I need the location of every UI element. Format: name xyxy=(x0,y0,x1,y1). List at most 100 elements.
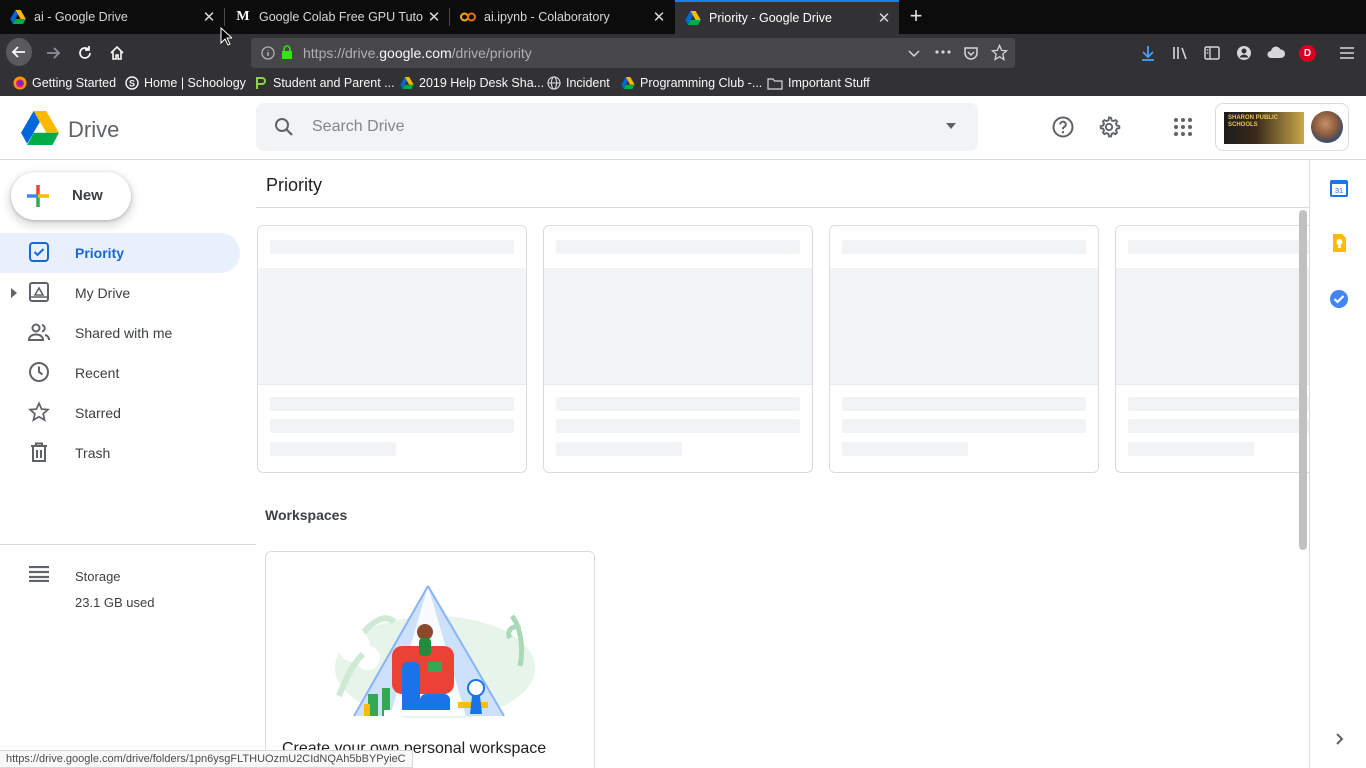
extension-cloud-icon[interactable] xyxy=(1267,45,1285,61)
url-bar[interactable]: https://drive.google.com/drive/priority xyxy=(251,38,1015,68)
link-status-bar: https://drive.google.com/drive/folders/1… xyxy=(0,750,413,768)
skeleton-bar xyxy=(842,397,1086,411)
new-button[interactable]: New xyxy=(11,172,131,220)
forward-arrow-icon xyxy=(47,47,61,59)
bookmark-schoology[interactable]: S Home | Schoology xyxy=(125,76,246,90)
bookmark-getting-started[interactable]: Getting Started xyxy=(13,76,116,90)
close-tab-icon[interactable]: ✕ xyxy=(423,8,445,26)
browser-toolbar: https://drive.google.com/drive/priority … xyxy=(0,34,1366,72)
settings-gear-icon[interactable] xyxy=(1097,115,1121,139)
reload-button[interactable] xyxy=(72,40,98,66)
skeleton-thumbnail xyxy=(830,268,1098,385)
tasks-icon[interactable] xyxy=(1329,289,1349,309)
skeleton-bar xyxy=(1128,240,1310,254)
skeleton-bar xyxy=(556,442,682,456)
priority-card-placeholder[interactable] xyxy=(829,225,1099,473)
hamburger-menu-icon[interactable] xyxy=(1339,46,1355,60)
home-button[interactable] xyxy=(104,40,130,66)
bookmark-incident[interactable]: Incident xyxy=(547,76,610,90)
keep-icon[interactable] xyxy=(1329,233,1349,253)
sidebar-item-starred[interactable]: Starred xyxy=(0,393,240,433)
clock-icon xyxy=(29,362,49,382)
priority-card-placeholder[interactable] xyxy=(257,225,527,473)
colab-icon xyxy=(460,9,476,25)
svg-text:S: S xyxy=(129,79,135,89)
skeleton-bar xyxy=(842,442,968,456)
secure-lock-icon[interactable] xyxy=(281,45,293,60)
expand-caret-icon[interactable] xyxy=(11,288,17,298)
bookmark-label: Home | Schoology xyxy=(144,76,246,90)
close-tab-icon[interactable]: ✕ xyxy=(198,8,220,26)
profile-badge[interactable]: D xyxy=(1299,45,1316,62)
browser-tab[interactable]: ai.ipynb - Colaboratory ✕ xyxy=(450,0,674,34)
close-tab-icon[interactable]: ✕ xyxy=(873,9,895,27)
sidebar-item-recent[interactable]: Recent xyxy=(0,353,240,393)
skeleton-bar xyxy=(556,240,800,254)
skeleton-thumbnail xyxy=(544,268,812,385)
sidebar-item-label: My Drive xyxy=(75,285,131,301)
search-bar[interactable] xyxy=(256,103,978,151)
priority-check-icon xyxy=(29,242,49,262)
sidebar-item-my-drive[interactable]: My Drive xyxy=(0,273,240,313)
main-scrollbar[interactable] xyxy=(1299,210,1307,550)
search-icon[interactable] xyxy=(272,115,296,139)
search-options-dropdown-icon[interactable] xyxy=(946,123,956,129)
workspaces-heading: Workspaces xyxy=(265,507,348,523)
bookmark-label: Getting Started xyxy=(32,76,117,90)
priority-card-placeholder[interactable] xyxy=(1115,225,1310,473)
schoology-icon: S xyxy=(125,76,139,90)
new-tab-button[interactable]: + xyxy=(904,5,928,29)
account-switcher[interactable]: SHARON PUBLIC SCHOOLS xyxy=(1215,103,1349,151)
bookmark-programming-club[interactable]: Programming Club -... xyxy=(621,76,762,90)
home-icon xyxy=(110,45,124,60)
forward-button[interactable] xyxy=(40,40,66,66)
downloads-icon[interactable] xyxy=(1140,45,1156,61)
help-icon[interactable] xyxy=(1051,115,1075,139)
reload-icon xyxy=(79,46,91,59)
tab-title: Google Colab Free GPU Tutoria xyxy=(259,10,423,24)
sidebar: New Priority My Drive Shared with me Rec… xyxy=(0,160,256,768)
back-button[interactable] xyxy=(6,38,32,66)
skeleton-bar xyxy=(842,240,1086,254)
drive-logo-icon[interactable] xyxy=(20,111,60,150)
app-name[interactable]: Drive xyxy=(68,117,119,143)
close-tab-icon[interactable]: ✕ xyxy=(648,8,670,26)
browser-tab[interactable]: ai - Google Drive ✕ xyxy=(0,0,224,34)
skeleton-bar xyxy=(556,397,800,411)
expand-panel-chevron-icon[interactable] xyxy=(1329,729,1349,749)
browser-tab-active[interactable]: Priority - Google Drive ✕ xyxy=(675,0,899,34)
apps-grid-icon[interactable] xyxy=(1171,115,1195,139)
sidebar-item-trash[interactable]: Trash xyxy=(0,433,240,473)
skeleton-bar xyxy=(270,419,514,433)
sidebar-item-shared-with-me[interactable]: Shared with me xyxy=(0,313,240,353)
create-workspace-card[interactable]: Create your own personal workspace xyxy=(265,551,595,768)
library-icon[interactable] xyxy=(1172,45,1188,61)
bookmark-help-desk[interactable]: 2019 Help Desk Sha... xyxy=(400,76,544,90)
bookmark-star-icon[interactable] xyxy=(991,44,1008,61)
browser-tab[interactable]: M Google Colab Free GPU Tutoria ✕ xyxy=(225,0,449,34)
star-icon xyxy=(28,401,50,422)
priority-card-placeholder[interactable] xyxy=(543,225,813,473)
side-panel: 31 xyxy=(1309,160,1366,768)
search-input[interactable] xyxy=(312,115,912,139)
calendar-icon[interactable]: 31 xyxy=(1329,178,1349,198)
chevron-down-icon[interactable] xyxy=(908,47,920,59)
account-icon[interactable] xyxy=(1236,45,1252,61)
bookmark-p-icon xyxy=(254,76,268,90)
bookmark-folder-important-stuff[interactable]: Important Stuff xyxy=(767,76,870,90)
skeleton-bar xyxy=(270,397,514,411)
google-drive-icon xyxy=(400,76,414,90)
firefox-icon xyxy=(13,76,27,90)
workspace-illustration xyxy=(335,585,535,718)
bookmark-student-parent[interactable]: Student and Parent ... xyxy=(254,76,395,90)
drive-app: Drive SHARON PUBLIC SCHOOLS New Priority… xyxy=(0,96,1366,768)
avatar[interactable] xyxy=(1311,111,1343,143)
pocket-icon[interactable] xyxy=(963,45,979,61)
sidebar-toggle-icon[interactable] xyxy=(1204,45,1220,61)
page-actions-more-icon[interactable] xyxy=(935,50,951,54)
sidebar-item-priority[interactable]: Priority xyxy=(0,233,240,273)
info-icon[interactable] xyxy=(261,46,275,60)
bookmark-label: Incident xyxy=(566,76,610,90)
storage-label[interactable]: Storage xyxy=(75,569,121,584)
tab-title: Priority - Google Drive xyxy=(709,11,832,25)
